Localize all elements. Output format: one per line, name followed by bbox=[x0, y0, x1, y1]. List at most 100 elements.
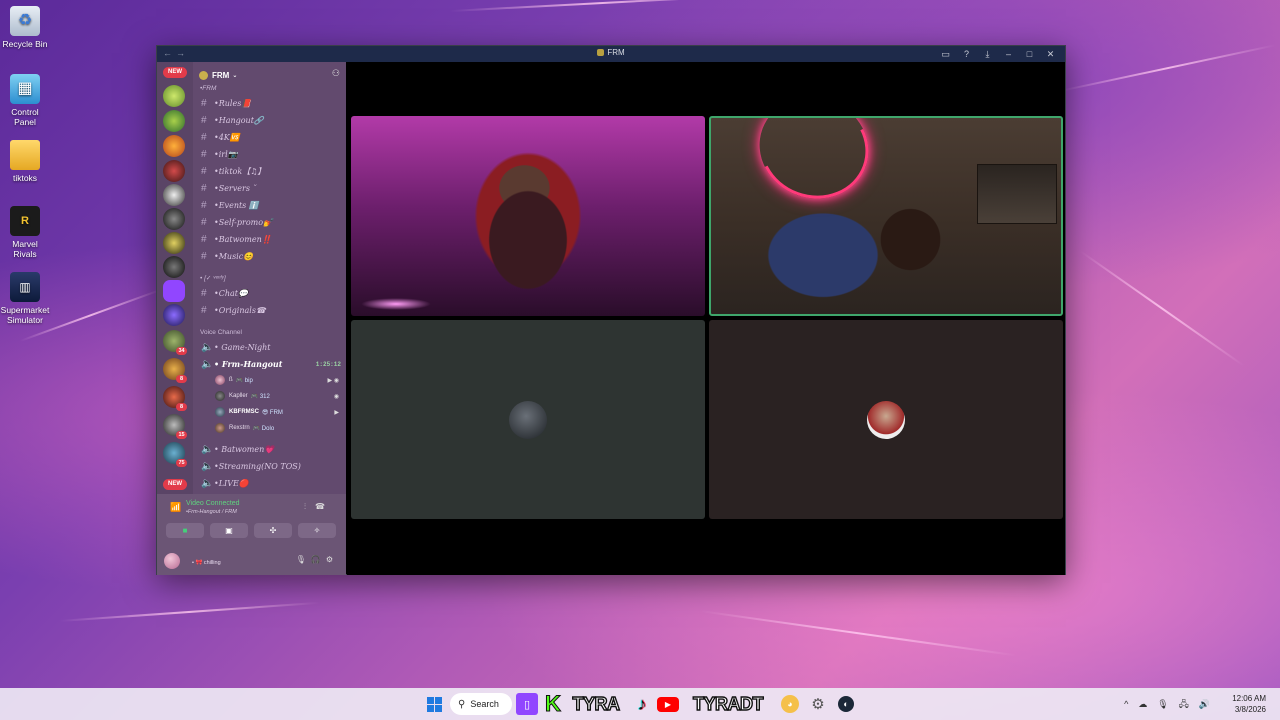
desktop-icon-supermarket-simulator[interactable]: ▥ Supermarket Simulator bbox=[0, 272, 50, 325]
video-tile-camera-off[interactable] bbox=[709, 320, 1063, 519]
voice-channel-game-night[interactable]: 🔈 • Game-Night bbox=[201, 340, 341, 354]
network-icon[interactable]: 🖧 bbox=[1179, 699, 1199, 709]
start-button[interactable] bbox=[422, 692, 446, 716]
settings-app[interactable]: ⚙ bbox=[806, 692, 830, 716]
channel-music[interactable]: # •Music😊 bbox=[201, 249, 341, 263]
voice-location[interactable]: •Frm-Hangout / FRM bbox=[186, 509, 237, 515]
kick-app[interactable]: K bbox=[541, 691, 565, 717]
youtube-app[interactable]: ▶ bbox=[656, 692, 680, 716]
new-badge: NEW bbox=[163, 67, 187, 78]
minimize-icon[interactable]: – bbox=[998, 47, 1019, 61]
add-member-icon[interactable]: ⚇ bbox=[332, 68, 340, 79]
desktop-icon-control-panel[interactable]: ▦ Control Panel bbox=[0, 74, 50, 127]
supermarket-simulator-icon: ▥ bbox=[10, 272, 40, 302]
help-icon[interactable]: ? bbox=[956, 47, 977, 61]
server-icon[interactable] bbox=[163, 232, 185, 254]
mention-badge: 8 bbox=[176, 403, 187, 411]
voice-channel-frm-hangout[interactable]: 🔈 • Frm-Hangout 1:25:12 bbox=[201, 357, 341, 371]
tiktok-app[interactable]: ♪ bbox=[630, 692, 654, 716]
disconnect-icon[interactable]: ☎ bbox=[315, 502, 334, 511]
server-icon[interactable] bbox=[163, 184, 185, 206]
video-tile-camera-off[interactable] bbox=[351, 320, 705, 519]
channel-originals[interactable]: # •Originals☎ bbox=[201, 303, 341, 317]
signal-icon[interactable]: 📶 bbox=[170, 502, 181, 513]
discord-app[interactable]: ◕ bbox=[778, 692, 802, 716]
taskbar-search[interactable]: ⚲ Search bbox=[450, 693, 512, 715]
channel-4k[interactable]: # •4K🆚 bbox=[201, 130, 341, 144]
category-voice[interactable]: Voice Channel bbox=[200, 329, 242, 336]
camera-button[interactable]: ■ bbox=[166, 523, 204, 538]
noise-suppression-icon[interactable]: ⫶ bbox=[304, 502, 315, 511]
hash-icon: # bbox=[201, 97, 207, 109]
volume-icon[interactable]: 🔊 bbox=[1199, 699, 1220, 709]
microphone-icon[interactable]: 🎙 bbox=[1157, 699, 1178, 709]
desktop-icon-marvel-rivals[interactable]: R Marvel Rivals bbox=[0, 206, 50, 259]
steam-app[interactable]: ◐ bbox=[834, 692, 858, 716]
voice-user[interactable]: Rexstrn 🎮 Dolo bbox=[215, 422, 345, 434]
headphones-icon[interactable]: 🎧 bbox=[311, 555, 326, 564]
server-icon[interactable] bbox=[163, 304, 185, 326]
channel-tiktok[interactable]: # •tiktok【♫】 bbox=[201, 164, 341, 178]
channel-hangout[interactable]: # •Hangout🔗 bbox=[201, 113, 341, 127]
server-icon[interactable] bbox=[163, 256, 185, 278]
speaker-icon: 🔈 bbox=[201, 443, 214, 455]
title-bar[interactable]: ←→ FRM ▭ ? ⤓ – □ ✕ bbox=[157, 46, 1065, 62]
speaker-icon: 🔈 bbox=[201, 341, 214, 353]
video-tile[interactable] bbox=[351, 116, 705, 316]
twitch-app[interactable]: ▯ bbox=[515, 692, 539, 716]
voice-channel-batwomen[interactable]: 🔈 • Batwomen💗 bbox=[201, 442, 341, 456]
channel-batwomen[interactable]: # •Batwomen‼️ bbox=[201, 232, 341, 246]
server-icon[interactable] bbox=[163, 160, 185, 182]
user-status[interactable]: • 🎀 chilling bbox=[192, 560, 221, 566]
mention-badge: 34 bbox=[176, 347, 187, 355]
voice-user[interactable]: Kapller 🎮 312 ◉ bbox=[215, 390, 345, 402]
camera-icon: ▶ bbox=[334, 409, 339, 416]
close-icon[interactable]: ✕ bbox=[1040, 47, 1061, 61]
gear-icon[interactable]: ⚙ bbox=[326, 555, 338, 564]
wallpaper-streak bbox=[1079, 250, 1245, 367]
server-icon[interactable] bbox=[163, 208, 185, 230]
channel-self-promo[interactable]: # •Self-promo💅 bbox=[201, 215, 341, 229]
category-verify[interactable]: • [✓ ᵛᵉʳᶦᶠʸ] bbox=[200, 274, 226, 282]
voice-status[interactable]: Video Connected bbox=[186, 500, 240, 507]
desktop-icon-recycle-bin[interactable]: ♻ Recycle Bin bbox=[0, 6, 50, 49]
avatar bbox=[215, 407, 225, 417]
system-tray[interactable]: ^☁🎙🖧🔊 bbox=[1124, 697, 1220, 713]
category-frm[interactable]: •FRM bbox=[200, 85, 216, 92]
avatar[interactable] bbox=[164, 553, 180, 569]
channel-events[interactable]: # •Events ℹ️ bbox=[201, 198, 341, 212]
speaker-icon: 🔈 bbox=[201, 358, 214, 370]
channel-irl[interactable]: # •irl📷 bbox=[201, 147, 341, 161]
voice-user[interactable]: KBFRMSC 😎 FRM ▶ bbox=[215, 406, 345, 418]
onedrive-icon[interactable]: ☁ bbox=[1138, 699, 1157, 709]
video-stage bbox=[347, 62, 1065, 575]
screen-share-button[interactable]: ▣ bbox=[210, 523, 248, 538]
video-tile-speaking[interactable] bbox=[709, 116, 1063, 316]
mention-badge: 15 bbox=[176, 431, 187, 439]
channel-chat[interactable]: # •Chat💬 bbox=[201, 286, 341, 300]
soundboard-icon: ✧ bbox=[313, 526, 321, 535]
channel-servers[interactable]: # •Servers ˘ bbox=[201, 181, 341, 195]
desktop-icon-tiktoks[interactable]: tiktoks bbox=[0, 140, 50, 183]
server-icon[interactable] bbox=[163, 135, 185, 157]
clock[interactable]: 12:06 AM 3/8/2026 bbox=[1232, 693, 1266, 715]
download-icon[interactable]: ⤓ bbox=[977, 47, 998, 61]
activities-button[interactable]: ✣ bbox=[254, 523, 292, 538]
maximize-icon[interactable]: □ bbox=[1019, 47, 1040, 61]
light-glow bbox=[361, 298, 431, 310]
user-area: • 🎀 chilling 🎙🎧⚙ bbox=[164, 551, 342, 571]
microphone-icon[interactable]: 🎙 bbox=[296, 555, 311, 564]
twitch-server-icon[interactable] bbox=[163, 280, 185, 302]
server-icon[interactable] bbox=[163, 85, 185, 107]
screen-share-icon[interactable]: ▭ bbox=[935, 47, 956, 61]
channel-rules[interactable]: # •Rules📕 bbox=[201, 96, 341, 110]
brand-label: TYRADT bbox=[692, 693, 764, 714]
wallpaper-streak bbox=[1059, 44, 1276, 92]
voice-channel-streaming[interactable]: 🔈 •Streaming(NO TOS) bbox=[201, 459, 341, 473]
soundboard-button[interactable]: ✧ bbox=[298, 523, 336, 538]
server-icon[interactable] bbox=[163, 110, 185, 132]
voice-user[interactable]: ß 🎮 bip ▶ ◉ bbox=[215, 374, 345, 386]
server-header[interactable]: FRM ⌄ bbox=[199, 68, 339, 82]
chevron-up-icon[interactable]: ^ bbox=[1124, 699, 1138, 709]
voice-channel-live[interactable]: 🔈 •LIVE🔴 bbox=[201, 476, 341, 490]
